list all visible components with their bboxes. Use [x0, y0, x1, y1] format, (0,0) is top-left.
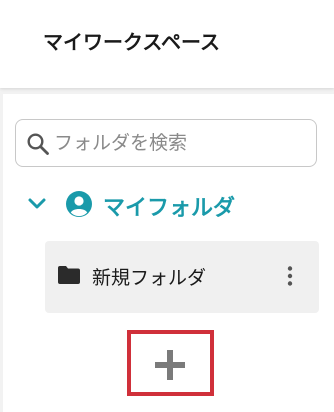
search-box[interactable]	[15, 119, 317, 167]
chevron-down-icon[interactable]	[27, 196, 47, 212]
add-folder-button[interactable]	[127, 330, 214, 396]
workspace-header: マイワークスペース	[0, 0, 334, 88]
search-input[interactable]	[54, 128, 309, 158]
kebab-menu-icon[interactable]	[283, 265, 297, 287]
folder-item-label[interactable]: 新規フォルダ	[92, 263, 206, 290]
plus-icon	[155, 350, 185, 380]
user-circle-icon	[66, 191, 92, 217]
page-title: マイワークスペース	[43, 30, 220, 54]
search-icon	[27, 133, 49, 155]
folder-item[interactable]: 新規フォルダ	[45, 241, 319, 313]
tree-root-label[interactable]: マイフォルダ	[103, 190, 235, 222]
tree-root-my-folder[interactable]: マイフォルダ	[23, 190, 313, 222]
folder-panel: マイフォルダ 新規フォルダ	[3, 94, 334, 412]
folder-icon	[58, 266, 80, 284]
